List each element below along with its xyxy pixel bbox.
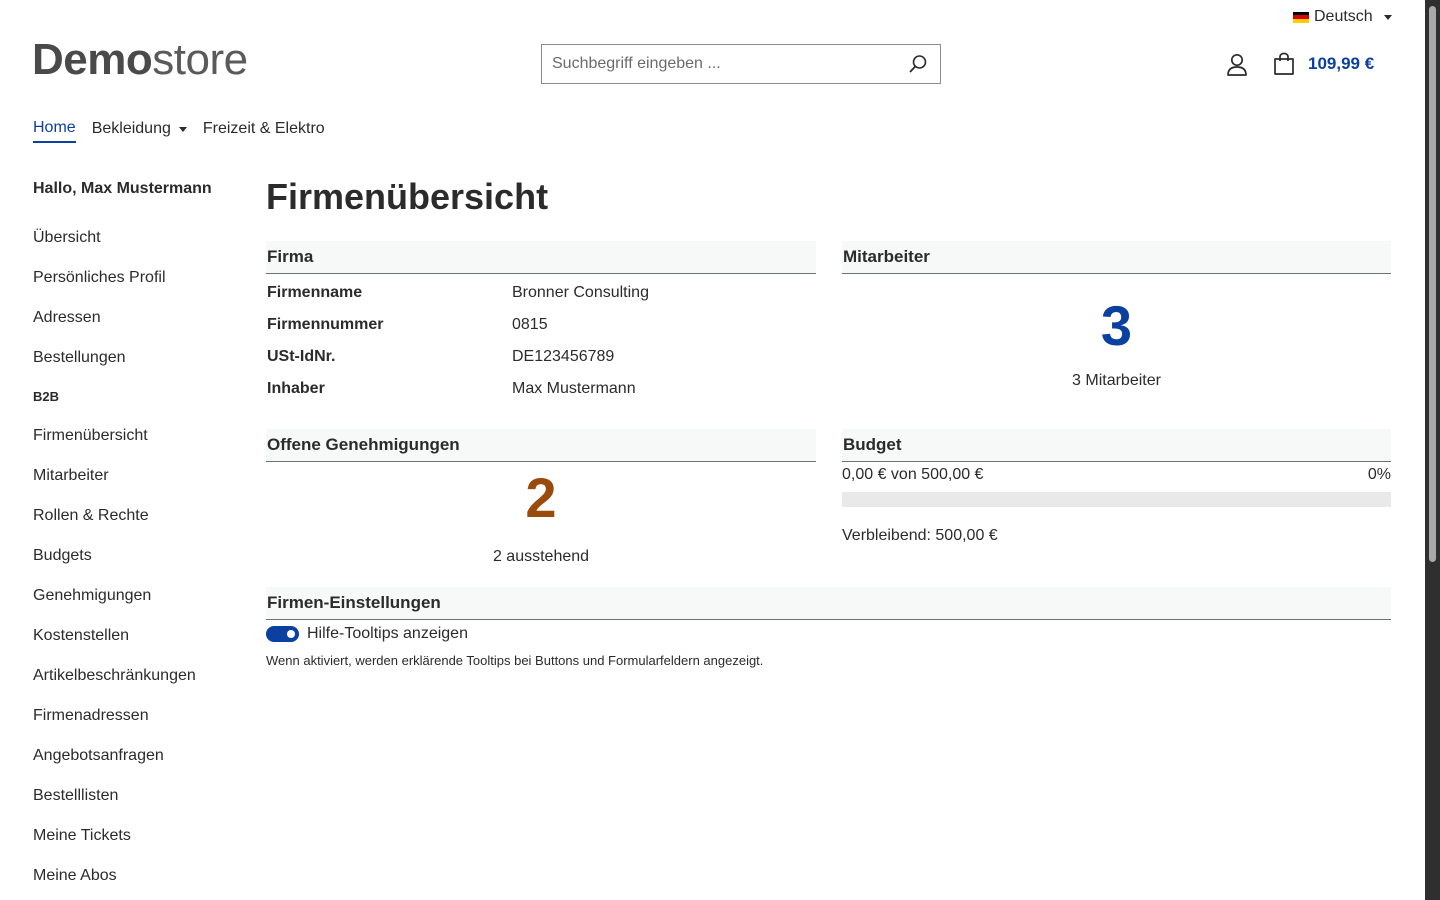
- sidebar-item-rollen-rechte[interactable]: Rollen & Rechte: [33, 496, 243, 536]
- company-card: Firma Firmenname Bronner Consulting Firm…: [266, 241, 816, 405]
- search-bar: [541, 44, 941, 84]
- sidebar-item-budgets[interactable]: Budgets: [33, 536, 243, 576]
- sidebar-item-meine-abos[interactable]: Meine Abos: [33, 856, 243, 896]
- sidebar-item-mitarbeiter[interactable]: Mitarbeiter: [33, 456, 243, 496]
- sidebar-section-b2b: B2B: [33, 389, 60, 404]
- table-row: Firmenname Bronner Consulting: [266, 277, 816, 309]
- employees-card: Mitarbeiter 3 3 Mitarbeiter: [842, 241, 1391, 390]
- detail-label: Inhaber: [267, 380, 325, 397]
- detail-value: Bronner Consulting: [512, 284, 649, 301]
- sidebar-item-genehmigungen[interactable]: Genehmigungen: [33, 576, 243, 616]
- sidebar-item-uebersicht[interactable]: Übersicht: [33, 218, 243, 258]
- sidebar-item-adressen[interactable]: Adressen: [33, 298, 243, 338]
- detail-value: DE123456789: [512, 348, 615, 365]
- detail-value: Max Mustermann: [512, 380, 636, 397]
- detail-label: Firmenname: [267, 284, 363, 301]
- table-row: Inhaber Max Mustermann: [266, 373, 816, 405]
- page-scrollbar[interactable]: [1425, 0, 1440, 900]
- budget-remaining: Verbleibend: 500,00 €: [842, 527, 998, 544]
- budget-card: Budget 0,00 € von 500,00 € 0% Verbleiben…: [842, 429, 1391, 545]
- sidebar-item-firmenadressen[interactable]: Firmenadressen: [33, 696, 243, 736]
- pending-approvals-caption: 2 ausstehend: [492, 548, 590, 565]
- employees-card-heading: Mitarbeiter: [842, 241, 1391, 274]
- store-logo[interactable]: Demostore: [32, 38, 248, 82]
- chevron-down-icon: [178, 126, 187, 132]
- budget-card-heading: Budget: [842, 429, 1391, 462]
- tooltip-toggle-label[interactable]: Hilfe-Tooltips anzeigen: [307, 625, 468, 643]
- nav-item-label: Home: [33, 119, 76, 136]
- nav-item-freizeit-elektro[interactable]: Freizeit & Elektro: [203, 119, 325, 143]
- employee-count-caption: 3 Mitarbeiter: [1072, 372, 1161, 389]
- account-sidebar: Hallo, Max Mustermann Übersicht Persönli…: [33, 180, 243, 896]
- search-input[interactable]: [542, 45, 896, 83]
- shopping-bag-icon: [1274, 52, 1294, 75]
- sidebar-item-profil[interactable]: Persönliches Profil: [33, 258, 243, 298]
- nav-item-label: Bekleidung: [91, 120, 171, 137]
- tooltip-toggle[interactable]: [266, 626, 299, 642]
- employee-count: 3: [1100, 294, 1133, 357]
- main-navigation: Home Bekleidung Freizeit & Elektro: [33, 119, 325, 143]
- detail-label: USt-IdNr.: [267, 348, 336, 365]
- cart-total: 109,99 €: [1308, 54, 1375, 73]
- cart-button[interactable]: 109,99 €: [1272, 52, 1374, 76]
- pending-approvals-card: Offene Genehmigungen 2 2 ausstehend: [266, 429, 816, 566]
- sidebar-item-kostenstellen[interactable]: Kostenstellen: [33, 616, 243, 656]
- budget-progress-bar: [842, 492, 1391, 507]
- company-settings-heading: Firmen-Einstellungen: [266, 587, 1391, 620]
- sidebar-item-bestelllisten[interactable]: Bestelllisten: [33, 776, 243, 816]
- tooltip-setting-hint: Wenn aktiviert, werden erklärende Toolti…: [266, 653, 764, 668]
- language-selector[interactable]: Deutsch: [1293, 8, 1392, 26]
- pending-approvals-heading: Offene Genehmigungen: [266, 429, 816, 462]
- company-details-table: Firmenname Bronner Consulting Firmennumm…: [266, 277, 816, 405]
- table-row: USt-IdNr. DE123456789: [266, 341, 816, 373]
- table-row: Firmennummer 0815: [266, 309, 816, 341]
- page-title: Firmenübersicht: [266, 176, 549, 217]
- sidebar-item-bestellungen[interactable]: Bestellungen: [33, 338, 243, 378]
- budget-usage-row: 0,00 € von 500,00 € 0%: [842, 466, 1391, 484]
- tooltip-setting-row: Hilfe-Tooltips anzeigen: [266, 625, 1391, 643]
- search-icon: [909, 55, 927, 73]
- budget-percent: 0%: [1367, 466, 1391, 483]
- company-card-heading: Firma: [266, 241, 816, 274]
- user-icon: [1227, 53, 1247, 76]
- sidebar-item-meine-tickets[interactable]: Meine Tickets: [33, 816, 243, 856]
- sidebar-item-artikelbeschraenkungen[interactable]: Artikelbeschränkungen: [33, 656, 243, 696]
- detail-label: Firmennummer: [267, 316, 384, 333]
- logo-bold-text: Demo: [32, 35, 153, 84]
- sidebar-greeting: Hallo, Max Mustermann: [33, 180, 212, 197]
- search-button[interactable]: [896, 45, 940, 83]
- pending-approvals-count: 2: [525, 466, 557, 529]
- scrollbar-thumb[interactable]: [1429, 6, 1436, 562]
- german-flag-icon: [1293, 11, 1309, 23]
- sidebar-item-angebotsanfragen[interactable]: Angebotsanfragen: [33, 736, 243, 776]
- language-label: Deutsch: [1314, 8, 1373, 25]
- nav-item-home[interactable]: Home: [33, 119, 76, 143]
- nav-item-label: Freizeit & Elektro: [202, 120, 325, 137]
- logo-light-text: store: [152, 35, 248, 84]
- budget-used: 0,00 € von 500,00 €: [842, 466, 984, 483]
- detail-value: 0815: [512, 316, 548, 333]
- sidebar-item-firmenuebersicht[interactable]: Firmenübersicht: [33, 416, 243, 456]
- account-button[interactable]: [1225, 52, 1249, 78]
- toggle-knob: [287, 630, 295, 638]
- chevron-down-icon: [1383, 14, 1392, 20]
- nav-item-bekleidung[interactable]: Bekleidung: [92, 119, 187, 143]
- company-settings-card: Firmen-Einstellungen Hilfe-Tooltips anze…: [266, 587, 1391, 668]
